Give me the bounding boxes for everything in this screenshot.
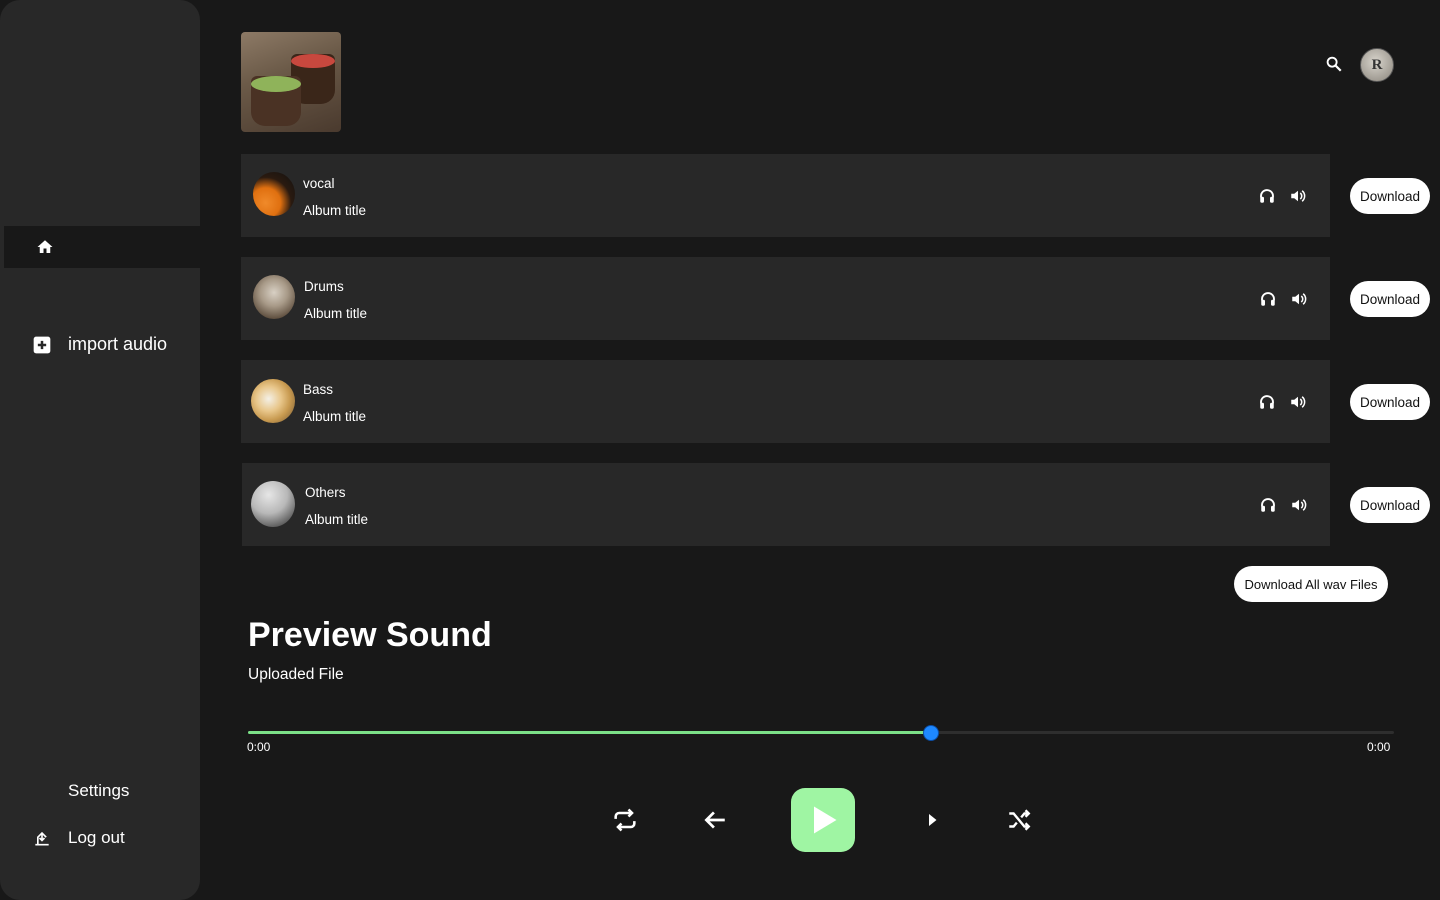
sidebar-item-settings[interactable]: Settings	[68, 781, 129, 801]
plus-square-icon	[33, 336, 51, 353]
headphone-icon[interactable]	[1258, 393, 1276, 411]
preview-title: Preview Sound	[248, 616, 492, 654]
track-thumbnail	[251, 481, 295, 527]
previous-arrow-icon	[704, 811, 725, 829]
download-button-others[interactable]: Download	[1350, 487, 1430, 523]
repeat-button[interactable]	[609, 804, 641, 836]
avatar[interactable]: R	[1360, 48, 1394, 82]
next-icon	[929, 814, 937, 826]
logout-label: Log out	[68, 828, 125, 847]
download-button-drums[interactable]: Download	[1350, 281, 1430, 317]
volume-icon[interactable]	[1290, 290, 1308, 308]
sidebar: import audio Settings Log out	[0, 0, 202, 900]
sidebar-item-home[interactable]	[4, 226, 202, 268]
repeat-icon	[614, 808, 636, 832]
track-row-vocal[interactable]: vocal Album title	[241, 154, 1330, 237]
progress-fill	[248, 731, 930, 734]
import-audio-label: import audio	[68, 334, 168, 354]
time-elapsed: 0:00	[247, 740, 271, 754]
track-row-others[interactable]: Others Album title	[242, 463, 1330, 546]
track-thumbnail	[251, 379, 295, 423]
previous-button[interactable]	[699, 804, 731, 836]
track-name: Others	[305, 485, 346, 500]
download-button-vocal[interactable]: Download	[1350, 178, 1430, 214]
home-icon	[37, 240, 53, 253]
avatar-letter: R	[1371, 56, 1383, 73]
track-subtitle: Album title	[303, 409, 367, 424]
sidebar-item-logout[interactable]: Log out	[32, 828, 125, 848]
preview-subtitle: Uploaded File	[248, 666, 344, 683]
headphone-icon[interactable]	[1259, 290, 1277, 308]
track-name: Drums	[304, 279, 344, 294]
download-button-bass[interactable]: Download	[1350, 384, 1430, 420]
track-thumbnail	[253, 275, 295, 319]
shuffle-button[interactable]	[1003, 804, 1035, 836]
headphone-icon[interactable]	[1259, 496, 1277, 514]
sidebar-item-import-audio[interactable]: import audio	[32, 334, 167, 355]
headphone-icon[interactable]	[1258, 187, 1276, 205]
time-total: 0:00	[1367, 740, 1391, 754]
volume-icon[interactable]	[1289, 393, 1307, 411]
play-icon	[814, 806, 837, 834]
track-name: Bass	[303, 382, 334, 397]
track-thumbnail	[253, 172, 295, 216]
track-subtitle: Album title	[305, 512, 369, 527]
search-icon[interactable]	[1325, 55, 1343, 73]
progress-bar[interactable]	[248, 725, 1394, 741]
progress-knob[interactable]	[922, 725, 939, 741]
volume-icon[interactable]	[1290, 496, 1308, 514]
track-row-bass[interactable]: Bass Album title	[241, 360, 1330, 443]
next-button[interactable]	[918, 806, 946, 834]
track-row-drums[interactable]: Drums Album title	[241, 257, 1330, 340]
track-subtitle: Album title	[304, 306, 368, 321]
shuffle-icon	[1009, 809, 1031, 831]
download-all-button[interactable]: Download All wav Files	[1234, 566, 1388, 602]
track-subtitle: Album title	[303, 203, 367, 218]
album-art	[241, 32, 341, 132]
volume-icon[interactable]	[1289, 187, 1307, 205]
track-name: vocal	[303, 176, 335, 191]
logout-icon	[35, 831, 49, 846]
play-button[interactable]	[791, 788, 855, 852]
